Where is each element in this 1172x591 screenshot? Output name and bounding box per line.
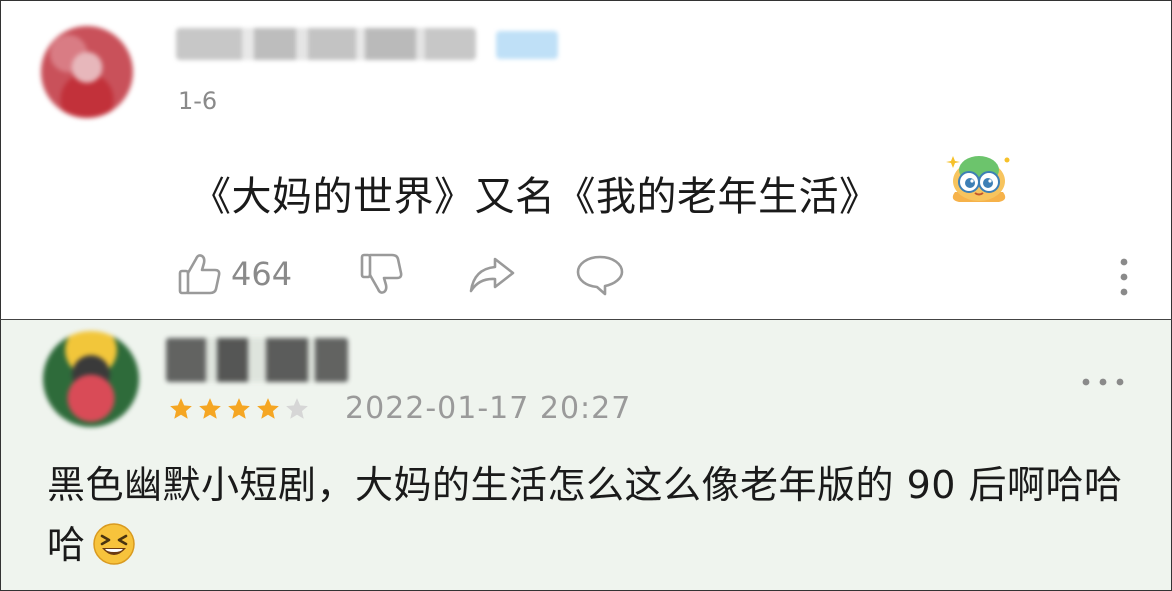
comment-card-1: 1-6 《大妈的世界》又名《我的老年生活》 464 [1, 1, 1171, 319]
star-filled-icon [170, 398, 192, 419]
comment-text: 黑色幽默小短剧，大妈的生活怎么这么像老年版的 90 后啊哈哈哈 [47, 463, 1123, 567]
cute-bird-sticker-icon [945, 148, 1013, 212]
thumbs-down-icon[interactable] [359, 251, 405, 301]
comment-date: 1-6 [178, 87, 218, 115]
star-rating [167, 396, 311, 422]
comment-action-bar: 464 [177, 251, 1157, 301]
comment-text: 《大妈的世界》又名《我的老年生活》 [191, 174, 880, 220]
thumbs-up-icon[interactable] [177, 251, 223, 301]
comment-card-2: 2022-01-17 20:27 黑色幽默小短剧，大妈的生活怎么这么像老年版的 … [1, 320, 1171, 590]
user-badge [496, 31, 558, 59]
avatar[interactable] [41, 26, 133, 118]
username-blurred[interactable] [166, 338, 348, 382]
like-count: 464 [231, 255, 293, 293]
username-blurred[interactable] [176, 28, 476, 60]
avatar[interactable] [43, 331, 139, 427]
star-empty-icon [286, 398, 308, 419]
share-icon[interactable] [467, 251, 517, 301]
comment-text-wrap: 黑色幽默小短剧，大妈的生活怎么这么像老年版的 90 后啊哈哈哈 [47, 455, 1147, 583]
laughing-face-icon [92, 522, 136, 583]
more-options-vertical-icon[interactable] [1119, 257, 1129, 301]
comment-datetime: 2022-01-17 20:27 [345, 391, 632, 426]
reply-comment-icon[interactable] [575, 251, 625, 301]
more-options-horizontal-icon[interactable] [1081, 372, 1125, 391]
star-filled-icon [199, 398, 221, 419]
star-filled-icon [257, 398, 279, 419]
star-filled-icon [228, 398, 250, 419]
